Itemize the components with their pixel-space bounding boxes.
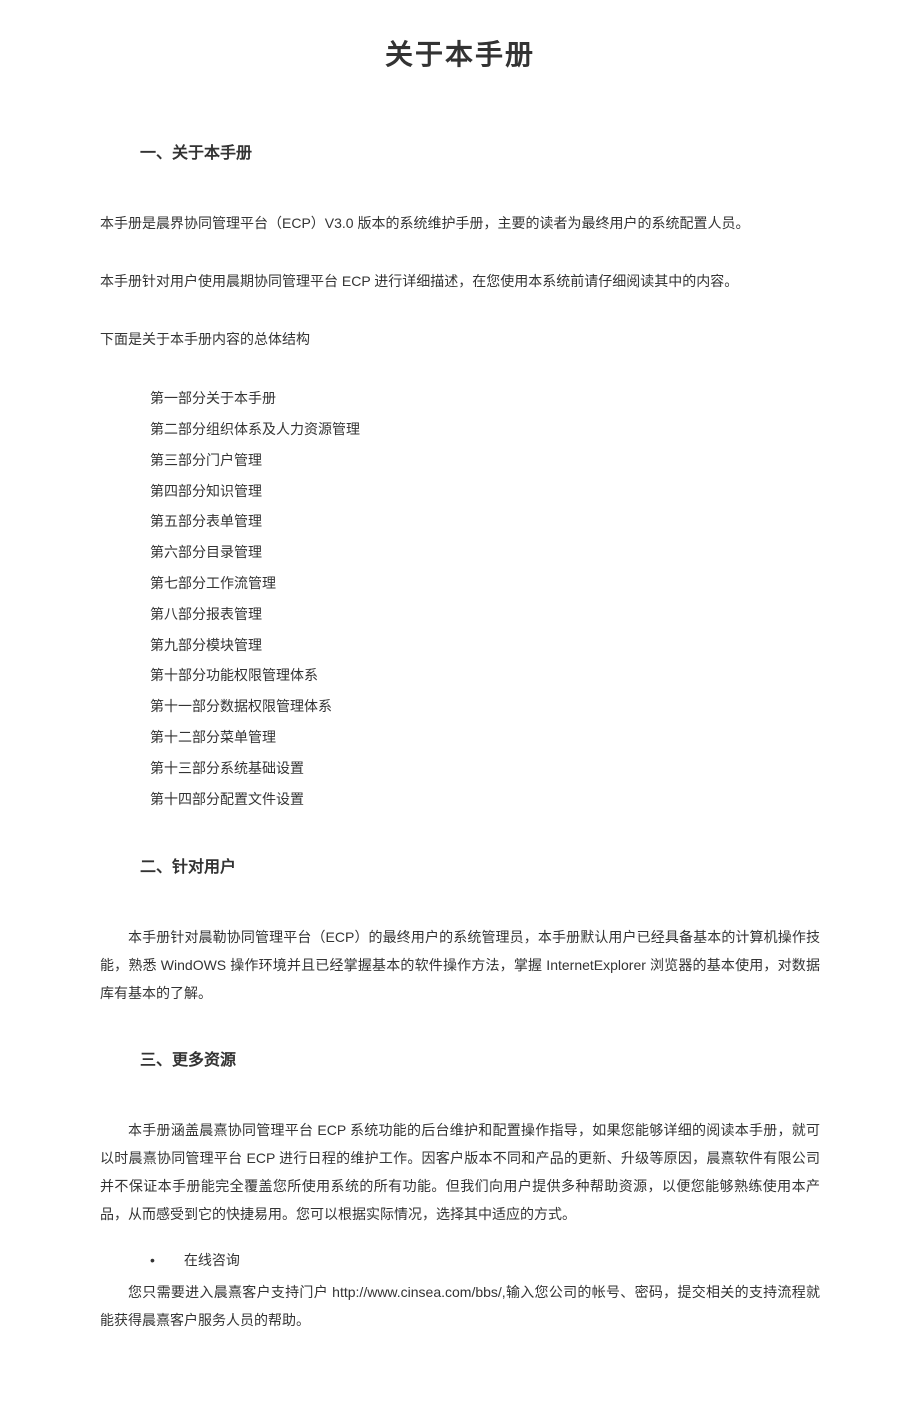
bullet-label: 在线咨询 <box>184 1252 240 1268</box>
toc-item: 第七部分工作流管理 <box>150 568 820 599</box>
toc-item: 第十三部分系统基础设置 <box>150 753 820 784</box>
toc-item: 第一部分关于本手册 <box>150 383 820 414</box>
bullet-item: • 在线咨询 <box>100 1248 820 1273</box>
section-1-para-2: 本手册针对用户使用晨期协同管理平台 ECP 进行详细描述，在您使用本系统前请仔细… <box>100 267 820 295</box>
bullet-text: 您只需要进入晨熹客户支持门户 http://www.cinsea.com/bbs… <box>100 1278 820 1334</box>
toc-item: 第十二部分菜单管理 <box>150 722 820 753</box>
toc-item: 第十一部分数据权限管理体系 <box>150 691 820 722</box>
section-1-para-1: 本手册是晨界协同管理平台（ECP）V3.0 版本的系统维护手册，主要的读者为最终… <box>100 209 820 237</box>
bullet-icon: • <box>150 1248 180 1273</box>
toc-item: 第十部分功能权限管理体系 <box>150 660 820 691</box>
section-3-para-1: 本手册涵盖晨熹协同管理平台 ECP 系统功能的后台维护和配置操作指导，如果您能够… <box>100 1116 820 1228</box>
section-1-para-3: 下面是关于本手册内容的总体结构 <box>100 325 820 353</box>
section-2-para-1: 本手册针对晨勒协同管理平台（ECP）的最终用户的系统管理员，本手册默认用户已经具… <box>100 923 820 1007</box>
toc-item: 第三部分门户管理 <box>150 445 820 476</box>
section-1-heading: 一、关于本手册 <box>100 140 820 169</box>
toc-list: 第一部分关于本手册 第二部分组织体系及人力资源管理 第三部分门户管理 第四部分知… <box>100 383 820 814</box>
toc-item: 第九部分模块管理 <box>150 630 820 661</box>
page-title: 关于本手册 <box>100 30 820 80</box>
section-3-heading: 三、更多资源 <box>100 1047 820 1076</box>
toc-item: 第十四部分配置文件设置 <box>150 784 820 815</box>
toc-item: 第五部分表单管理 <box>150 506 820 537</box>
toc-item: 第六部分目录管理 <box>150 537 820 568</box>
toc-item: 第四部分知识管理 <box>150 476 820 507</box>
toc-item: 第二部分组织体系及人力资源管理 <box>150 414 820 445</box>
toc-item: 第八部分报表管理 <box>150 599 820 630</box>
section-2-heading: 二、针对用户 <box>100 854 820 883</box>
